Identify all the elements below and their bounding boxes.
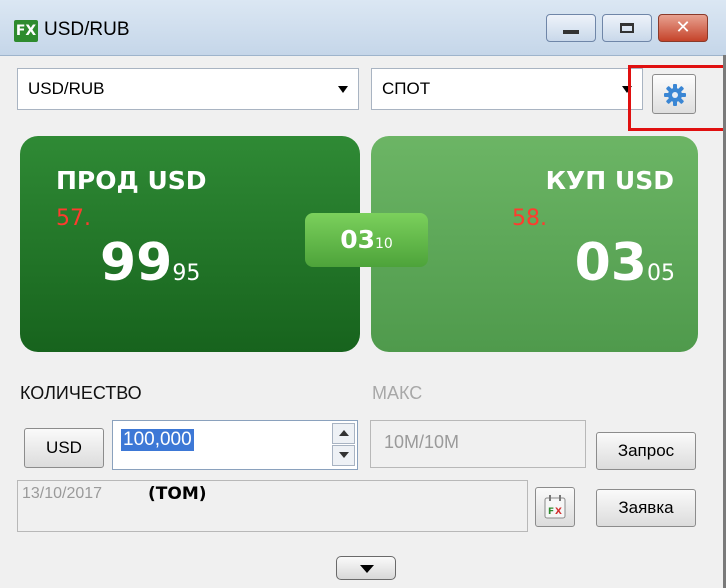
quantity-decrement-button[interactable] xyxy=(332,445,355,466)
calendar-button[interactable]: F X xyxy=(535,487,575,527)
deal-type-select[interactable]: СПОТ xyxy=(371,68,643,110)
fx-window: FX USD/RUB ✕ USD/RUB СПОТ ПРОД USD 57. 9… xyxy=(0,0,726,588)
svg-text:X: X xyxy=(555,507,562,517)
value-date: 13/10/2017 xyxy=(22,485,103,502)
fx-app-icon: FX xyxy=(14,20,38,42)
tenor-label: (TOM) xyxy=(148,484,207,504)
max-label: МАКС xyxy=(372,383,423,403)
quantity-increment-button[interactable] xyxy=(332,423,355,444)
currency-pair-value: USD/RUB xyxy=(28,79,105,98)
request-button[interactable]: Запрос xyxy=(596,432,696,470)
maximize-button[interactable] xyxy=(602,14,652,42)
spread-pips: 03 xyxy=(340,225,375,254)
quantity-input[interactable]: 100,000 xyxy=(112,420,358,470)
buy-big-figure: 58. xyxy=(512,206,547,231)
arrow-up-icon xyxy=(339,430,349,436)
chevron-down-icon xyxy=(338,86,348,93)
fx-calendar-icon: F X xyxy=(544,495,566,519)
order-button[interactable]: Заявка xyxy=(596,489,696,527)
value-date-field[interactable]: 13/10/2017 (TOM) xyxy=(17,480,528,532)
close-button[interactable]: ✕ xyxy=(658,14,708,42)
minimize-button[interactable] xyxy=(546,14,596,42)
close-icon: ✕ xyxy=(675,17,691,38)
settings-highlight-box xyxy=(628,65,726,131)
max-amount-value: 10M/10M xyxy=(384,432,460,452)
quantity-label: КОЛИЧЕСТВО xyxy=(20,383,142,403)
currency-pair-select[interactable]: USD/RUB xyxy=(17,68,359,110)
sell-big-figure: 57. xyxy=(56,206,91,231)
quantity-value: 100,000 xyxy=(121,429,194,451)
chevron-down-icon xyxy=(360,565,374,573)
max-amount-field: 10M/10M xyxy=(370,420,586,468)
spread-indicator: 0310 xyxy=(305,213,428,267)
sell-pips: 9995 xyxy=(100,233,200,304)
buy-pips-value: 03 xyxy=(574,233,647,293)
svg-text:F: F xyxy=(548,507,554,517)
minimize-icon xyxy=(563,30,579,34)
buy-label: КУП USD xyxy=(545,166,674,195)
buy-pips: 0305 xyxy=(575,233,675,304)
sell-pips-fraction: 95 xyxy=(172,261,201,286)
arrow-down-icon xyxy=(339,452,349,458)
currency-button[interactable]: USD xyxy=(24,428,104,468)
spread-fraction: 10 xyxy=(374,236,393,252)
sell-pips-value: 99 xyxy=(100,233,173,293)
maximize-icon xyxy=(620,23,634,33)
expand-button[interactable] xyxy=(336,556,396,580)
title-bar[interactable]: FX USD/RUB ✕ xyxy=(0,0,726,56)
deal-type-value: СПОТ xyxy=(382,79,431,98)
window-title: USD/RUB xyxy=(44,19,130,40)
sell-label: ПРОД USD xyxy=(56,166,207,195)
buy-pips-fraction: 05 xyxy=(647,261,675,286)
